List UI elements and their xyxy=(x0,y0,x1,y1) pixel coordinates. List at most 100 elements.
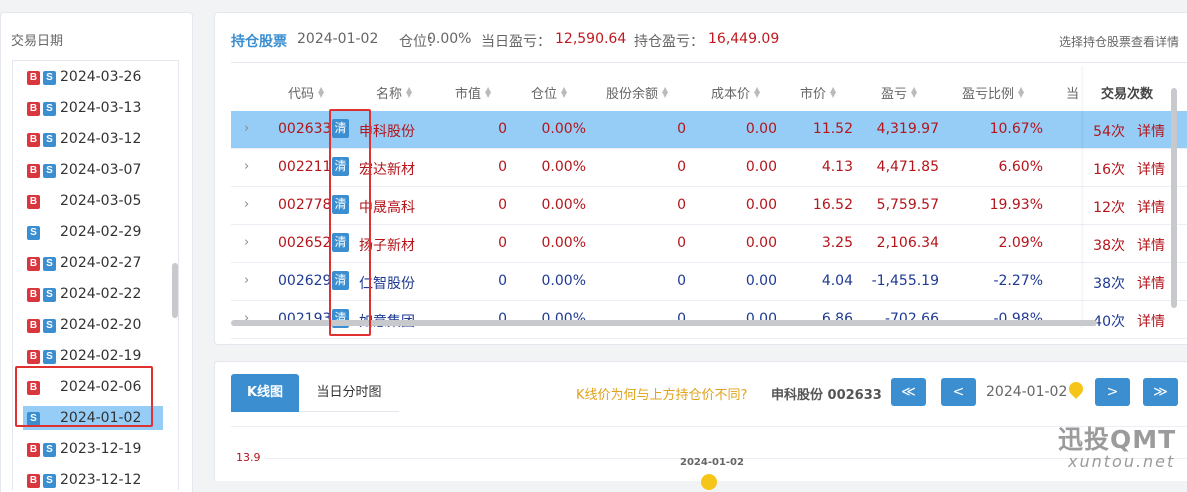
column-header[interactable]: 代码 ▲ ▼ xyxy=(288,83,324,103)
cell-pnl: -1,455.19 xyxy=(871,273,939,289)
table-vertical-scrollbar[interactable] xyxy=(1171,88,1177,308)
holdings-hint: 选择持仓股票查看详情 xyxy=(1058,35,1179,49)
detail-link[interactable]: 详情 xyxy=(1137,311,1165,331)
buy-badge: B xyxy=(27,164,40,178)
column-header-label: 名称 xyxy=(376,87,403,102)
buy-badge: B xyxy=(27,71,40,85)
cell-share-balance: 0 xyxy=(677,235,686,251)
detail-link[interactable]: 详情 xyxy=(1137,235,1165,255)
column-header[interactable]: 盈亏比例 ▲ ▼ xyxy=(962,83,1024,103)
cell-pnl-ratio: 2.09% xyxy=(998,235,1043,251)
date-list-item[interactable]: B S 2024-03-07 xyxy=(13,158,165,182)
date-list-item[interactable]: B S 2023-12-19 xyxy=(13,437,165,461)
cell-trade-count: 38次 xyxy=(1093,238,1125,254)
sort-icon[interactable]: ▲ ▼ xyxy=(318,86,324,99)
column-header-label: 代码 xyxy=(288,87,315,102)
cell-position: 0.00% xyxy=(541,197,586,213)
date-list-item[interactable]: B S 2023-12-12 xyxy=(13,468,165,490)
column-header-label: 盈亏比例 xyxy=(962,87,1015,102)
sell-badge: S xyxy=(43,257,56,271)
date-list-item[interactable]: B 2024-03-05 xyxy=(13,189,165,213)
sort-icon[interactable]: ▲ ▼ xyxy=(485,86,491,99)
nav-next-button[interactable]: > xyxy=(1095,378,1130,406)
cell-code: 002778 xyxy=(278,197,332,213)
table-row[interactable]: › 002629 清仁智股份 0 0.00% 0 0.00 4.04 -1,455.19 -2.2… xyxy=(231,263,1187,301)
cell-trade-count: 38次 xyxy=(1093,276,1125,292)
holdings-date: 2024-01-02 xyxy=(297,31,379,47)
date-list-item[interactable]: B S 2024-03-26 xyxy=(13,65,165,89)
cell-pnl-ratio: -2.27% xyxy=(993,273,1043,289)
sell-badge: S xyxy=(27,226,40,240)
detail-link[interactable]: 详情 xyxy=(1137,197,1165,217)
sort-icon[interactable]: ▲ ▼ xyxy=(911,86,917,99)
sell-badge: S xyxy=(43,443,56,457)
nav-first-button[interactable]: ≪ xyxy=(891,378,926,406)
date-list-item[interactable]: B S 2024-03-13 xyxy=(13,96,165,120)
date-list-item-label: 2024-02-27 xyxy=(60,255,142,271)
table-row[interactable]: › 002633 清申科股份 0 0.00% 0 0.00 11.52 4,319.97 10.6… xyxy=(231,111,1187,149)
sort-icon[interactable]: ▲ ▼ xyxy=(561,86,567,99)
date-list-item[interactable]: B S 2024-02-20 xyxy=(13,313,165,337)
date-list-item[interactable]: B S 2024-02-27 xyxy=(13,251,165,275)
sort-icon[interactable]: ▲ ▼ xyxy=(830,86,836,99)
date-list-scrollbar[interactable] xyxy=(172,263,178,318)
cell-code: 002633 xyxy=(278,121,332,137)
detail-link[interactable]: 详情 xyxy=(1137,273,1165,293)
detail-link[interactable]: 详情 xyxy=(1137,159,1165,179)
date-list-item[interactable]: B S 2024-02-22 xyxy=(13,282,165,306)
cell-market-price: 4.04 xyxy=(821,273,853,289)
sort-icon[interactable]: ▲ ▼ xyxy=(662,86,668,99)
detail-link[interactable]: 详情 xyxy=(1137,121,1165,141)
sell-badge: S xyxy=(43,102,56,116)
sort-icon[interactable]: ▲ ▼ xyxy=(406,86,412,99)
column-header[interactable]: 成本价 ▲ ▼ xyxy=(711,83,760,103)
expand-chevron-icon[interactable]: › xyxy=(244,273,249,288)
cell-pnl-ratio: 19.93% xyxy=(989,197,1043,213)
tab-holdings[interactable]: 持仓股票 xyxy=(231,31,287,51)
sort-icon[interactable]: ▲ ▼ xyxy=(754,86,760,99)
cell-cost-price: 0.00 xyxy=(745,197,777,213)
kline-price-question-link[interactable]: K线价为何与上方持仓价不同? xyxy=(576,384,747,403)
date-list-item[interactable]: B S 2024-02-19 xyxy=(13,344,165,368)
cell-market-value: 0 xyxy=(498,235,507,251)
buy-badge: B xyxy=(27,350,40,364)
date-list-item[interactable]: B S 2024-03-12 xyxy=(13,127,165,151)
column-header[interactable]: 仓位 ▲ ▼ xyxy=(531,83,567,103)
cell-share-balance: 0 xyxy=(677,159,686,175)
column-header[interactable]: 当 xyxy=(1066,83,1079,102)
tab-intraday[interactable]: 当日分时图 xyxy=(299,374,399,412)
column-header[interactable]: 盈亏 ▲ ▼ xyxy=(881,83,917,103)
date-list-item[interactable]: S 2024-02-29 xyxy=(13,220,165,244)
column-header-label: 盈亏 xyxy=(881,87,908,102)
column-header[interactable]: 名称 ▲ ▼ xyxy=(376,83,412,103)
nav-last-button[interactable]: ≫ xyxy=(1143,378,1178,406)
column-header[interactable]: 市价 ▲ ▼ xyxy=(800,83,836,103)
sell-badge: S xyxy=(43,350,56,364)
cell-market-price: 16.52 xyxy=(812,197,853,213)
cell-trade-count: 16次 xyxy=(1093,162,1125,178)
cell-pnl-ratio: 6.60% xyxy=(998,159,1043,175)
cell-trade-count: 12次 xyxy=(1093,200,1125,216)
expand-chevron-icon[interactable]: › xyxy=(244,235,249,250)
table-row[interactable]: › 002211 清宏达新材 0 0.00% 0 0.00 4.13 4,471.85 6.60%… xyxy=(231,149,1187,187)
expand-chevron-icon[interactable]: › xyxy=(244,197,249,212)
date-list-item-label: 2024-03-13 xyxy=(60,100,142,116)
tab-kline[interactable]: K线图 xyxy=(231,374,299,412)
nav-date: 2024-01-02 xyxy=(986,384,1068,400)
nav-prev-button[interactable]: < xyxy=(941,378,976,406)
table-row[interactable]: › 002778 清中晟高科 0 0.00% 0 0.00 16.52 5,759.57 19.9… xyxy=(231,187,1187,225)
cell-market-price: 3.25 xyxy=(821,235,853,251)
cell-trade-count: 40次 xyxy=(1093,314,1125,330)
buy-badge: B xyxy=(27,319,40,333)
cell-market-value: 0 xyxy=(498,197,507,213)
buy-badge: B xyxy=(27,443,40,457)
cell-code: 002629 xyxy=(278,273,332,289)
column-header[interactable]: 市值 ▲ ▼ xyxy=(455,83,491,103)
column-header[interactable]: 交易次数 xyxy=(1101,83,1153,102)
expand-chevron-icon[interactable]: › xyxy=(244,121,249,136)
expand-chevron-icon[interactable]: › xyxy=(244,159,249,174)
column-header[interactable]: 股份余额 ▲ ▼ xyxy=(606,83,668,103)
sort-icon[interactable]: ▲ ▼ xyxy=(1018,86,1024,99)
sell-badge: S xyxy=(43,288,56,302)
table-row[interactable]: › 002652 清扬子新材 0 0.00% 0 0.00 3.25 2,106.34 2.09%… xyxy=(231,225,1187,263)
